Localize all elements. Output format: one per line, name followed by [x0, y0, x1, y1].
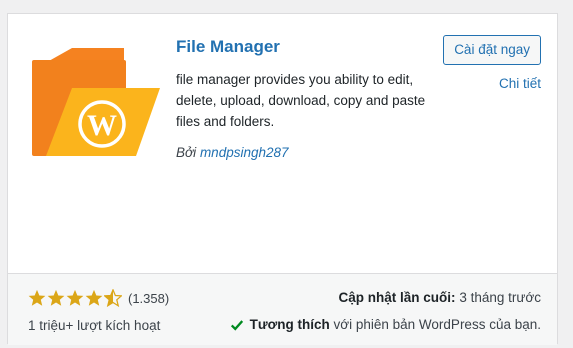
more-details-link[interactable]: Chi tiết	[499, 76, 541, 91]
author-prefix: Bởi	[176, 145, 197, 160]
star-filled-icon	[66, 289, 84, 306]
plugin-author: Bởi mndpsingh287	[176, 145, 289, 160]
rating-count[interactable]: (1.358)	[128, 291, 169, 306]
last-updated-label: Cập nhật lần cuối:	[338, 290, 456, 305]
plugin-description: file manager provides you ability to edi…	[176, 72, 426, 129]
active-installs: 1 triệu+ lượt kích hoạt	[28, 318, 161, 333]
plugin-card-bottom: (1.358) 1 triệu+ lượt kích hoạt Cập nhật…	[8, 273, 557, 345]
plugin-title-link[interactable]: File Manager	[176, 37, 280, 57]
install-now-button[interactable]: Cài đặt ngay	[443, 35, 541, 65]
folder-wordpress-icon[interactable]: W	[32, 48, 160, 156]
compat-text: với phiên bản WordPress của bạn.	[333, 317, 541, 332]
check-icon	[230, 319, 243, 331]
star-half-icon	[104, 289, 122, 307]
plugin-card-top: W File Manager file manager provides you…	[8, 14, 557, 273]
author-link[interactable]: mndpsingh287	[200, 145, 289, 160]
star-filled-icon	[28, 289, 46, 306]
plugin-card: W File Manager file manager provides you…	[7, 13, 558, 345]
last-updated-value: 3 tháng trước	[459, 290, 541, 305]
star-filled-icon	[47, 289, 65, 306]
svg-text:W: W	[87, 109, 117, 142]
last-updated: Cập nhật lần cuối: 3 tháng trước	[339, 290, 541, 305]
compat-strong: Tương thích	[249, 317, 330, 332]
star-filled-icon	[85, 289, 103, 306]
star-rating: (1.358)	[28, 289, 169, 307]
compatibility: Tương thích với phiên bản WordPress của …	[230, 317, 541, 332]
